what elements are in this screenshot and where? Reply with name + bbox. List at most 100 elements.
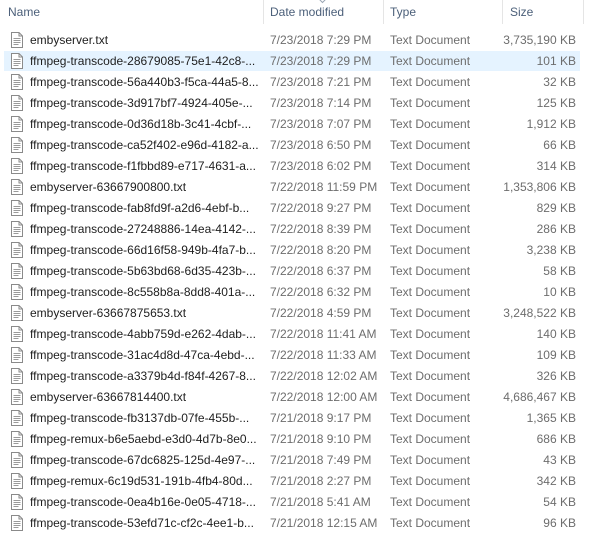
file-row[interactable]: ffmpeg-transcode-66d16f58-949b-4fa7-b...…	[0, 240, 605, 261]
file-date-modified: 7/22/2018 11:41 AM	[270, 327, 377, 341]
file-name: ffmpeg-transcode-28679085-75e1-42c8-...	[30, 54, 256, 68]
file-size: 686 KB	[536, 432, 576, 446]
file-name: ffmpeg-transcode-0ea4b16e-0e05-4718-...	[30, 495, 256, 509]
file-row[interactable]: ffmpeg-transcode-fab8fd9f-a2d6-4ebf-b...…	[0, 198, 605, 219]
file-row[interactable]: embyserver-63667814400.txt 7/22/2018 12:0…	[0, 387, 605, 408]
file-date-modified: 7/22/2018 12:02 AM	[270, 369, 378, 383]
file-size: 286 KB	[536, 222, 576, 236]
file-size: 101 KB	[536, 54, 576, 68]
file-date-modified: 7/23/2018 7:07 PM	[270, 117, 372, 131]
file-row[interactable]: ffmpeg-transcode-8c558b8a-8dd8-401a-... 7…	[0, 282, 605, 303]
file-size: 10 KB	[543, 285, 576, 299]
text-file-icon	[11, 95, 23, 111]
text-file-icon	[11, 326, 23, 342]
file-name: ffmpeg-transcode-fb3137db-07fe-455b-...	[30, 411, 250, 425]
file-name: embyserver-63667875653.txt	[30, 306, 187, 320]
file-size: 54 KB	[543, 495, 576, 509]
file-size: 43 KB	[543, 453, 576, 467]
file-row[interactable]: ffmpeg-transcode-ca52f402-e96d-4182-a...…	[0, 135, 605, 156]
file-name: ffmpeg-remux-6c19d531-191b-4fb4-80d...	[30, 474, 253, 488]
file-row[interactable]: ffmpeg-transcode-5b63bd68-6d35-423b-... 7…	[0, 261, 605, 282]
file-size: 32 KB	[543, 75, 576, 89]
file-date-modified: 7/22/2018 6:32 PM	[270, 285, 372, 299]
file-row[interactable]: ffmpeg-transcode-fb3137db-07fe-455b-... 7…	[0, 408, 605, 429]
file-name: ffmpeg-transcode-fab8fd9f-a2d6-4ebf-b...	[30, 201, 250, 215]
text-file-icon	[11, 284, 23, 300]
file-row[interactable]: ffmpeg-transcode-67dc6825-125d-4e97-... 7…	[0, 450, 605, 471]
file-row[interactable]: ffmpeg-transcode-f1fbbd89-e717-4631-a...…	[0, 156, 605, 177]
text-file-icon	[11, 158, 23, 174]
file-size: 109 KB	[536, 348, 576, 362]
file-date-modified: 7/23/2018 6:50 PM	[270, 138, 372, 152]
file-row[interactable]: ffmpeg-remux-b6e5aebd-e3d0-4d7b-8e0... 7/…	[0, 429, 605, 450]
text-file-icon	[11, 305, 23, 321]
file-row[interactable]: embyserver-63667900800.txt 7/22/2018 11:5…	[0, 177, 605, 198]
file-name: ffmpeg-transcode-5b63bd68-6d35-423b-...	[30, 264, 256, 278]
column-divider[interactable]	[583, 0, 584, 24]
text-file-icon	[11, 410, 23, 426]
file-name: ffmpeg-remux-b6e5aebd-e3d0-4d7b-8e0...	[30, 432, 257, 446]
file-size: 829 KB	[536, 201, 576, 215]
column-divider[interactable]	[263, 0, 264, 24]
column-header-bar: Name Date modified Type Size	[0, 0, 605, 24]
file-row[interactable]: ffmpeg-transcode-4abb759d-e262-4dab-... 7…	[0, 324, 605, 345]
file-name: ffmpeg-transcode-3d917bf7-4924-405e-...	[30, 96, 253, 110]
file-name: ffmpeg-transcode-27248886-14ea-4142-...	[30, 222, 256, 236]
file-date-modified: 7/23/2018 7:14 PM	[270, 96, 372, 110]
text-file-icon	[11, 431, 23, 447]
file-type: Text Document	[390, 138, 471, 152]
file-date-modified: 7/21/2018 2:27 PM	[270, 474, 372, 488]
text-file-icon	[11, 116, 23, 132]
file-size: 1,353,806 KB	[503, 180, 576, 194]
file-date-modified: 7/21/2018 5:41 AM	[270, 495, 371, 509]
file-type: Text Document	[390, 180, 471, 194]
text-file-icon	[11, 74, 23, 90]
file-date-modified: 7/22/2018 8:39 PM	[270, 222, 372, 236]
file-row[interactable]: ffmpeg-transcode-a3379b4d-f84f-4267-8...…	[0, 366, 605, 387]
file-row[interactable]: embyserver.txt 7/23/2018 7:29 PM Text Docu…	[0, 30, 605, 51]
file-type: Text Document	[390, 516, 471, 530]
file-row[interactable]: ffmpeg-transcode-0d36d18b-3c41-4cbf-... 7…	[0, 114, 605, 135]
column-header-name[interactable]: Name	[8, 0, 40, 24]
text-file-icon	[11, 368, 23, 384]
file-size: 3,735,190 KB	[503, 33, 576, 47]
file-date-modified: 7/21/2018 9:10 PM	[270, 432, 372, 446]
file-name: ffmpeg-transcode-31ac4d8d-47ca-4ebd-...	[30, 348, 255, 362]
file-type: Text Document	[390, 54, 471, 68]
file-row[interactable]: ffmpeg-transcode-56a440b3-f5ca-44a5-8...…	[0, 72, 605, 93]
column-header-size[interactable]: Size	[510, 0, 533, 24]
file-row[interactable]: embyserver-63667875653.txt 7/22/2018 4:59…	[0, 303, 605, 324]
file-row[interactable]: ffmpeg-transcode-0ea4b16e-0e05-4718-... 7…	[0, 492, 605, 513]
file-type: Text Document	[390, 327, 471, 341]
file-row[interactable]: ffmpeg-transcode-31ac4d8d-47ca-4ebd-... 7…	[0, 345, 605, 366]
file-type: Text Document	[390, 201, 471, 215]
column-divider[interactable]	[383, 0, 384, 24]
file-row[interactable]: ffmpeg-transcode-28679085-75e1-42c8-... 7…	[0, 51, 605, 72]
column-header-date-modified[interactable]: Date modified	[270, 0, 344, 24]
column-header-type[interactable]: Type	[390, 0, 416, 24]
file-size: 1,365 KB	[526, 411, 576, 425]
file-date-modified: 7/22/2018 11:33 AM	[270, 348, 377, 362]
file-row[interactable]: ffmpeg-transcode-27248886-14ea-4142-... 7…	[0, 219, 605, 240]
column-divider[interactable]	[502, 0, 503, 24]
file-date-modified: 7/23/2018 7:29 PM	[270, 33, 372, 47]
file-row[interactable]: ffmpeg-transcode-3d917bf7-4924-405e-... 7…	[0, 93, 605, 114]
file-type: Text Document	[390, 348, 471, 362]
text-file-icon	[11, 32, 23, 48]
file-date-modified: 7/23/2018 6:02 PM	[270, 159, 372, 173]
file-type: Text Document	[390, 495, 471, 509]
text-file-icon	[11, 452, 23, 468]
file-type: Text Document	[390, 390, 471, 404]
file-size: 3,248,522 KB	[503, 306, 576, 320]
file-size: 314 KB	[536, 159, 576, 173]
text-file-icon	[11, 494, 23, 510]
file-row[interactable]: ffmpeg-transcode-53efd71c-cf2c-4ee1-b...…	[0, 513, 605, 534]
file-type: Text Document	[390, 159, 471, 173]
file-name: ffmpeg-transcode-4abb759d-e262-4dab-...	[30, 327, 256, 341]
text-file-icon	[11, 389, 23, 405]
file-type: Text Document	[390, 474, 471, 488]
file-name: embyserver-63667814400.txt	[30, 390, 187, 404]
file-row[interactable]: ffmpeg-remux-6c19d531-191b-4fb4-80d... 7/…	[0, 471, 605, 492]
file-type: Text Document	[390, 432, 471, 446]
file-date-modified: 7/22/2018 9:27 PM	[270, 201, 372, 215]
